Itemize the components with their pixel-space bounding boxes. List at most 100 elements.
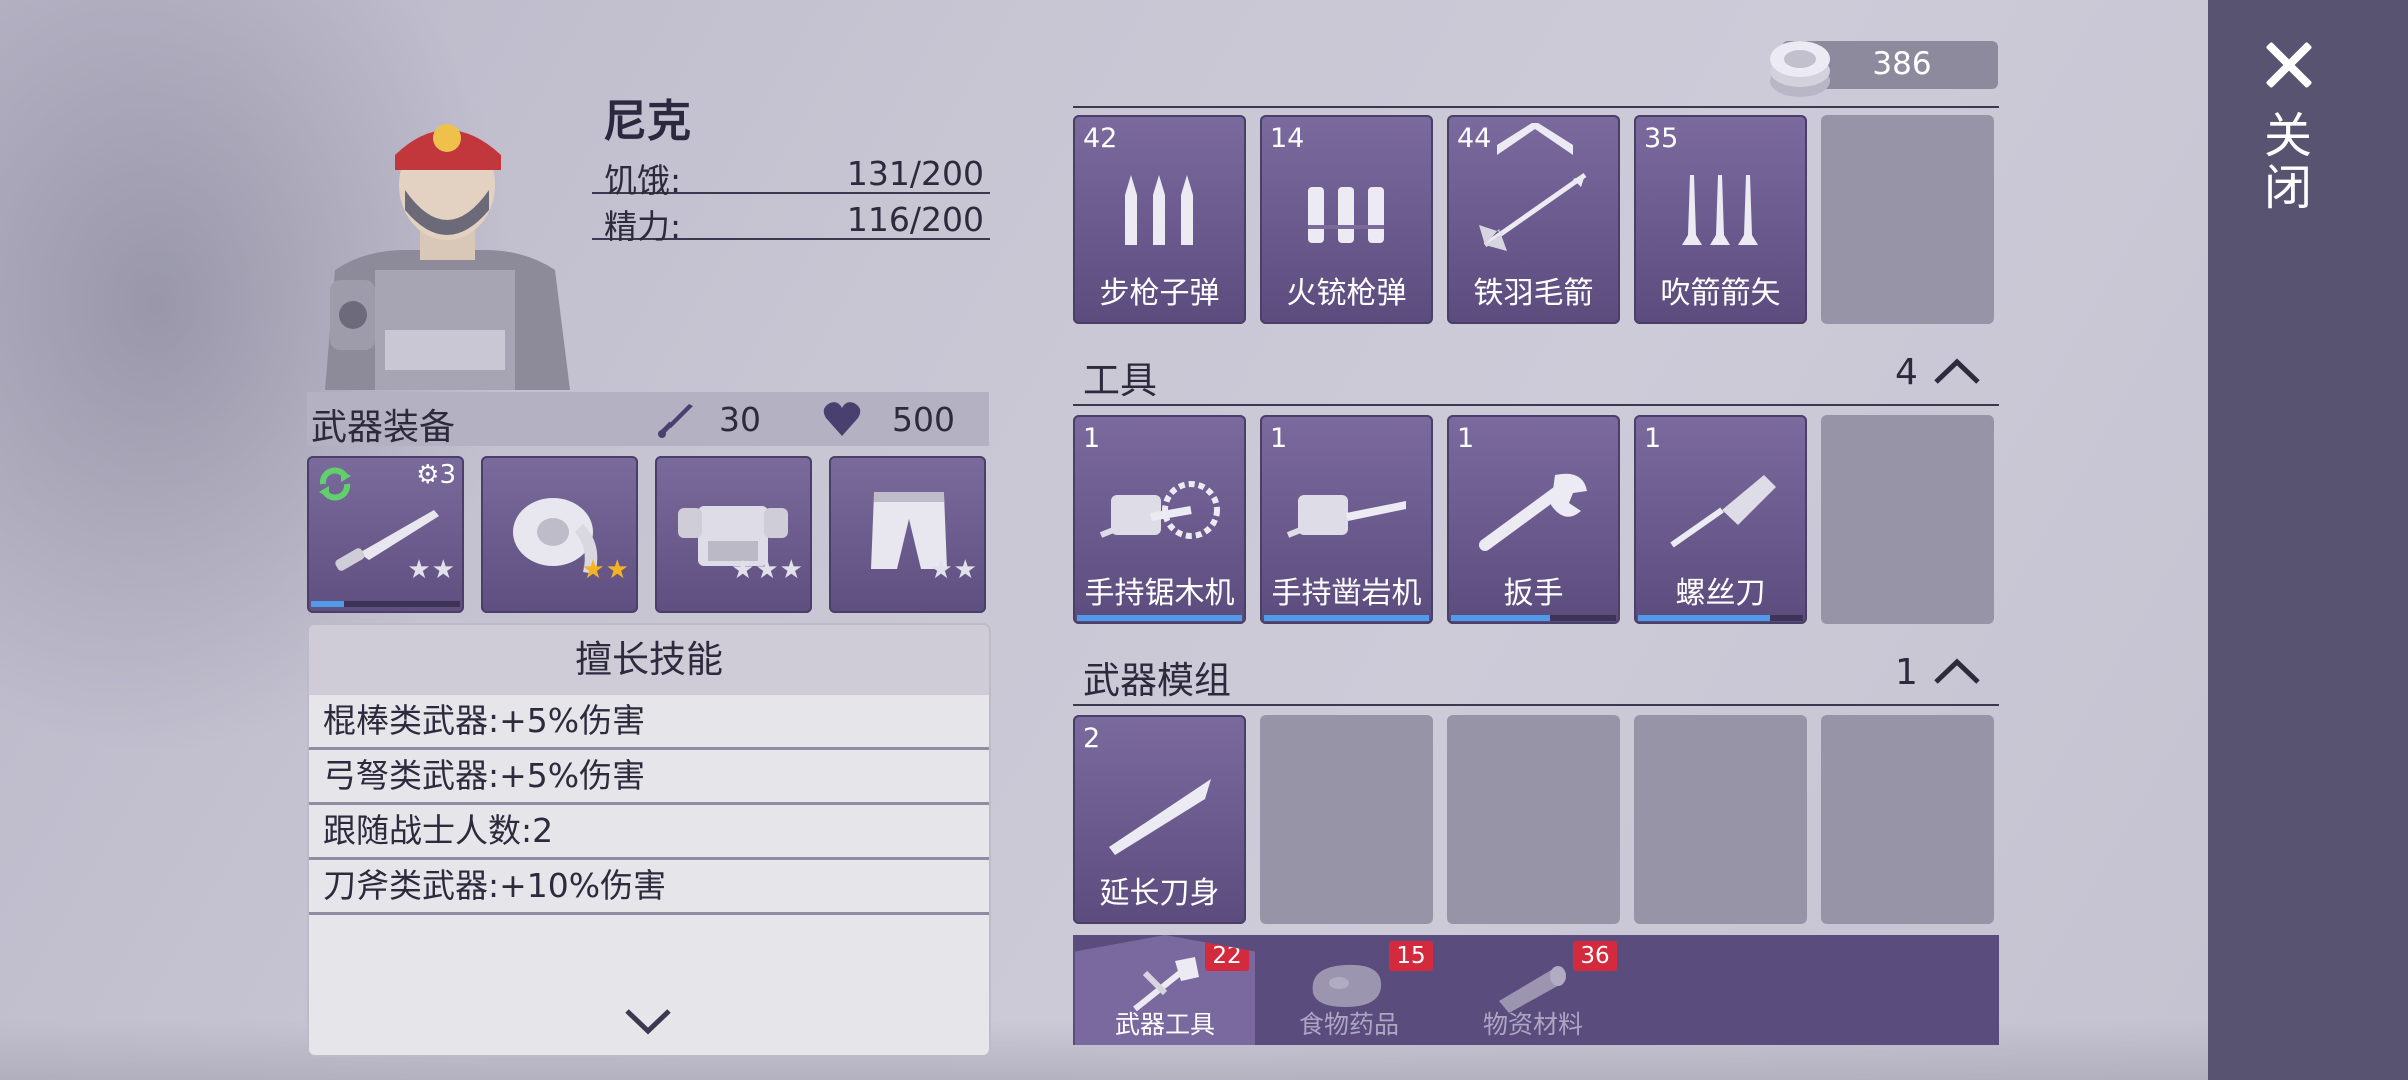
chevron-up-icon xyxy=(1497,123,1573,155)
empty-slot[interactable] xyxy=(1634,715,1807,924)
empty-slot[interactable] xyxy=(1821,715,1994,924)
character-name: 尼克 xyxy=(603,96,691,147)
ammo-slot[interactable]: 35 吹箭箭矢 xyxy=(1634,115,1807,324)
item-name: 步枪子弹 xyxy=(1099,276,1220,311)
item-count: 44 xyxy=(1457,123,1492,154)
equip-slot-head[interactable]: ★★ xyxy=(481,456,638,613)
item-name: 铁羽毛箭 xyxy=(1473,276,1594,311)
rating-stars: ★★★ xyxy=(731,555,804,585)
character-portrait xyxy=(325,124,570,390)
empty-slot[interactable] xyxy=(1821,415,1994,624)
screwdriver-icon xyxy=(1670,475,1776,548)
coin-stack-icon xyxy=(1770,41,1830,97)
tools-title: 工具 xyxy=(1083,359,1157,402)
mod-slot[interactable]: 2 延长刀身 xyxy=(1073,715,1246,924)
durability-bar xyxy=(1638,615,1803,621)
durability-bar xyxy=(1451,615,1616,621)
tool-slot[interactable]: 1 手持锯木机 xyxy=(1073,415,1246,624)
shotgun-shells-icon xyxy=(1308,187,1384,243)
close-label[interactable]: 关闭 xyxy=(2255,110,2318,214)
ammo-slot[interactable]: 42 步枪子弹 xyxy=(1073,115,1246,324)
item-name: 延长刀身 xyxy=(1099,876,1220,911)
item-name: 手持凿岩机 xyxy=(1271,576,1422,611)
equipment-title: 武器装备 xyxy=(311,407,456,448)
tab-label: 食物药品 xyxy=(1298,1010,1399,1039)
divider xyxy=(1073,704,1999,706)
chevron-down-icon[interactable] xyxy=(623,1007,673,1035)
item-count: 1 xyxy=(1270,423,1288,454)
feather-arrow-icon xyxy=(1479,172,1587,251)
rating-stars: ★★ xyxy=(581,555,630,585)
item-count: 1 xyxy=(1644,423,1662,454)
skill-row: 棍棒类武器:+5%伤害 xyxy=(309,695,989,750)
ammo-slot[interactable]: 44 铁羽毛箭 xyxy=(1447,115,1620,324)
rifle-bullets-icon xyxy=(1125,175,1193,245)
tools-count: 4 xyxy=(1895,352,1918,393)
tab-badge: 15 xyxy=(1389,941,1433,971)
upgrade-level: ⚙3 xyxy=(416,460,456,490)
energy-stat: 精力: 116/200 xyxy=(592,194,990,246)
empty-slot[interactable] xyxy=(1447,715,1620,924)
upgrade-level-value: 3 xyxy=(439,460,456,490)
health-value: 500 xyxy=(892,400,955,439)
divider xyxy=(1073,404,1999,406)
equipment-header: 武器装备 30 500 xyxy=(307,392,989,448)
skills-title: 擅长技能 xyxy=(309,625,989,695)
darts-icon xyxy=(1682,175,1758,245)
energy-value: 116/200 xyxy=(846,200,984,239)
skill-row: 弓弩类武器:+5%伤害 xyxy=(309,750,989,805)
mods-title: 武器模组 xyxy=(1083,659,1231,702)
tab-food-medicine[interactable]: 15 食物药品 xyxy=(1259,935,1439,1045)
item-count: 35 xyxy=(1644,123,1679,154)
equip-slot-legs[interactable]: ★★ xyxy=(829,456,986,613)
tool-slot[interactable]: 1 扳手 xyxy=(1447,415,1620,624)
blade-icon xyxy=(1109,779,1211,855)
energy-label: 精力: xyxy=(604,207,682,246)
item-name: 吹箭箭矢 xyxy=(1660,276,1781,311)
skills-panel: 擅长技能 棍棒类武器:+5%伤害 弓弩类武器:+5%伤害 跟随战士人数:2 刀斧… xyxy=(307,623,991,1057)
item-count: 1 xyxy=(1457,423,1475,454)
equip-slot-body[interactable]: ★★★ xyxy=(655,456,812,613)
rating-stars: ★★ xyxy=(407,555,456,585)
rock-drill-icon xyxy=(1286,495,1406,538)
mods-count: 1 xyxy=(1895,652,1918,693)
empty-slot[interactable] xyxy=(1260,715,1433,924)
durability-bar xyxy=(1264,615,1429,621)
sword-icon xyxy=(658,404,693,438)
chevron-up-icon[interactable] xyxy=(1932,656,1982,686)
close-icon[interactable] xyxy=(2255,35,2325,95)
tab-label: 物资材料 xyxy=(1482,1010,1583,1039)
tool-slot[interactable]: 1 螺丝刀 xyxy=(1634,415,1807,624)
item-name: 螺丝刀 xyxy=(1675,576,1766,611)
chainsaw-icon xyxy=(1099,481,1220,539)
item-name: 扳手 xyxy=(1503,576,1564,611)
tab-badge: 22 xyxy=(1205,941,1249,971)
divider xyxy=(1073,106,1999,108)
tab-supplies-materials[interactable]: 36 物资材料 xyxy=(1443,935,1623,1045)
equip-slot-weapon[interactable]: ⚙3 ★★ xyxy=(307,456,464,613)
coin-value: 386 xyxy=(1872,46,1932,82)
durability-bar xyxy=(1077,615,1242,621)
item-name: 手持锯木机 xyxy=(1084,576,1235,611)
heart-icon xyxy=(823,402,861,436)
hunger-value: 131/200 xyxy=(846,154,984,193)
item-count: 14 xyxy=(1270,123,1305,154)
durability-bar xyxy=(311,601,460,607)
item-count: 42 xyxy=(1083,123,1118,154)
item-count: 2 xyxy=(1083,723,1101,754)
skill-row: 刀斧类武器:+10%伤害 xyxy=(309,860,989,915)
category-tab-bar: 22 武器工具 15 食物药品 36 物资材料 xyxy=(1073,935,1999,1045)
tool-slot[interactable]: 1 手持凿岩机 xyxy=(1260,415,1433,624)
tab-badge: 36 xyxy=(1573,941,1617,971)
gear-icon: ⚙ xyxy=(416,460,440,490)
rating-stars: ★★ xyxy=(929,555,978,585)
tab-weapons-tools[interactable]: 22 武器工具 xyxy=(1075,935,1255,1045)
wrench-icon xyxy=(1479,473,1587,551)
chevron-up-icon[interactable] xyxy=(1932,356,1982,386)
hunger-stat: 饥饿: 131/200 xyxy=(592,148,990,200)
attack-value: 30 xyxy=(719,400,761,439)
skill-row: 跟随战士人数:2 xyxy=(309,805,989,860)
empty-slot[interactable] xyxy=(1821,115,1994,324)
item-name: 火铳枪弹 xyxy=(1286,276,1407,311)
ammo-slot[interactable]: 14 火铳枪弹 xyxy=(1260,115,1433,324)
